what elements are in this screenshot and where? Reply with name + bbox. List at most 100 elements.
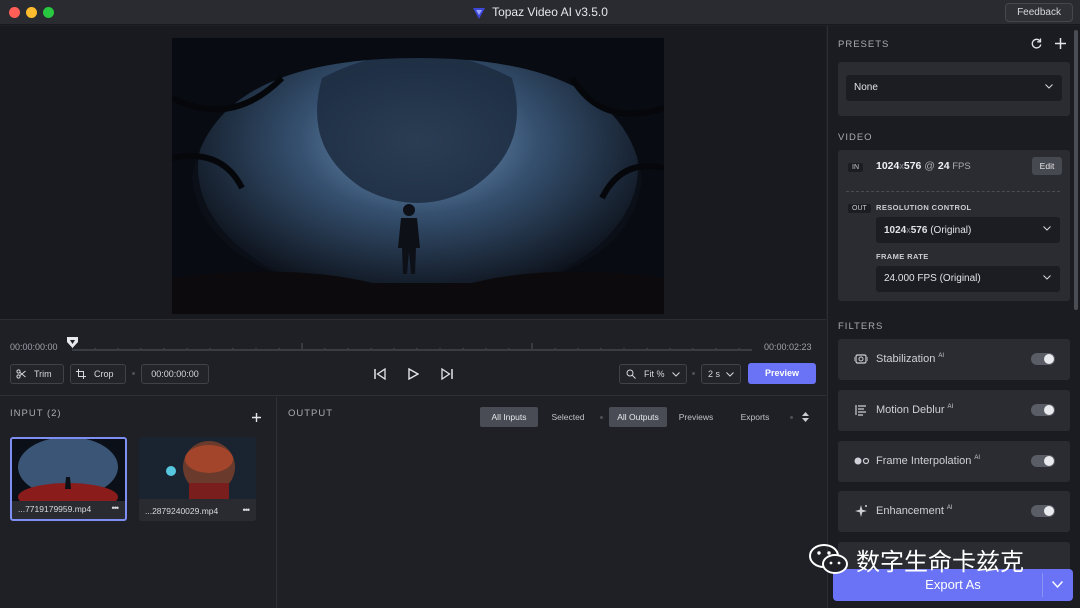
window-title: Topaz Video AI v3.5.0 (0, 5, 1080, 20)
presets-card: None (838, 62, 1070, 116)
sidebar-scrollbar[interactable] (1074, 30, 1078, 310)
add-input-icon[interactable] (252, 413, 261, 422)
timeline-track[interactable] (72, 349, 752, 351)
more-options-icon[interactable]: ••• (112, 503, 120, 513)
frame-interpolation-icon (854, 457, 870, 465)
preview-button[interactable]: Preview (748, 363, 816, 384)
crop-label: Crop (94, 369, 114, 379)
step-select[interactable]: 2 s (701, 364, 741, 384)
separator-dot (132, 372, 135, 375)
playhead-handle[interactable] (67, 337, 78, 348)
watermark-text: 数字生命卡兹克 (856, 548, 1024, 576)
input-pane: INPUT (2) ...7719179959.mp4 ••• ...28792… (0, 397, 277, 608)
input-thumbnail[interactable]: ...7719179959.mp4 ••• (10, 437, 127, 521)
motion-deblur-toggle[interactable] (1031, 404, 1055, 416)
input-filename: ...2879240029.mp4 (145, 506, 219, 516)
timeline-start-time: 00:00:00:00 (10, 342, 58, 352)
thumbnail-image (12, 439, 125, 511)
filter-enhancement[interactable]: Enhancement AI (838, 491, 1070, 532)
filter-selected[interactable]: Selected (540, 407, 596, 427)
frame-rate-label: FRAME RATE (876, 252, 929, 261)
filter-exports[interactable]: Exports (727, 407, 783, 427)
chevron-down-icon (726, 372, 734, 377)
enhancement-toggle[interactable] (1031, 505, 1055, 517)
feedback-button[interactable]: Feedback (1005, 3, 1073, 22)
chevron-down-icon (672, 372, 680, 377)
filter-label: Frame Interpolation AI (876, 455, 981, 467)
watermark: 数字生命卡兹克 (808, 540, 1058, 576)
add-preset-icon[interactable] (1055, 38, 1066, 49)
separator-dot (600, 416, 603, 419)
sort-icon[interactable] (802, 412, 809, 422)
title-bar: Topaz Video AI v3.5.0 Feedback (0, 0, 1080, 25)
filter-all-outputs[interactable]: All Outputs (609, 407, 667, 427)
preset-value: None (854, 82, 878, 93)
zoom-select[interactable]: Fit % (619, 364, 687, 384)
reset-icon[interactable] (1031, 38, 1042, 49)
resolution-value: 1024x576 (Original) (884, 225, 972, 236)
crop-icon (76, 369, 86, 379)
play-icon[interactable] (408, 368, 419, 380)
step-value: 2 s (708, 369, 721, 379)
separator-dot (790, 416, 793, 419)
export-label: Export As (925, 577, 981, 592)
separator-dot (692, 372, 695, 375)
filter-stabilization[interactable]: Stabilization AI (838, 339, 1070, 380)
timeline-end-time: 00:00:02:23 (764, 342, 812, 352)
frame-rate-value: 24.000 FPS (Original) (884, 273, 981, 284)
chevron-down-icon[interactable] (1052, 581, 1063, 588)
filter-label: Motion Deblur AI (876, 404, 954, 416)
trim-label: Trim (34, 369, 52, 379)
enhancement-icon (855, 505, 867, 517)
frame-interpolation-toggle[interactable] (1031, 455, 1055, 467)
chevron-down-icon (1045, 84, 1053, 89)
thumbnail-image (139, 437, 256, 499)
zoom-icon (626, 369, 636, 379)
output-title: OUTPUT (288, 408, 334, 419)
wechat-logo-icon (809, 544, 848, 574)
input-thumbnail[interactable]: ...2879240029.mp4 ••• (139, 437, 256, 521)
video-frame-image (172, 38, 664, 314)
filters-title: FILTERS (838, 321, 884, 332)
trim-button[interactable]: Trim (10, 364, 64, 384)
more-options-icon[interactable]: ••• (243, 505, 251, 515)
video-card: IN 1024x576 @ 24 FPS Edit OUT RESOLUTION… (838, 150, 1070, 301)
presets-title: PRESETS (838, 39, 890, 50)
current-time-field[interactable]: 00:00:00:00 (141, 364, 209, 384)
input-video-info: 1024x576 @ 24 FPS (876, 160, 971, 172)
filter-motion-deblur[interactable]: Motion Deblur AI (838, 390, 1070, 431)
resolution-select[interactable]: 1024x576 (Original) (876, 217, 1060, 243)
preset-select[interactable]: None (846, 75, 1062, 101)
input-filename: ...7719179959.mp4 (18, 504, 92, 514)
edit-input-button[interactable]: Edit (1032, 157, 1062, 175)
video-divider (846, 191, 1060, 192)
step-forward-icon[interactable] (441, 368, 453, 380)
chevron-down-icon (1043, 275, 1051, 280)
zoom-value: Fit % (644, 369, 665, 379)
settings-sidebar: PRESETS None VIDEO IN 1024x576 @ 24 FPS … (827, 26, 1080, 608)
in-tag: IN (848, 163, 863, 172)
filter-label: Enhancement AI (876, 505, 953, 517)
out-tag: OUT (848, 204, 871, 213)
filter-frame-interpolation[interactable]: Frame Interpolation AI (838, 441, 1070, 482)
export-divider (1042, 573, 1043, 597)
chevron-down-icon (1043, 226, 1051, 231)
resolution-control-label: RESOLUTION CONTROL (876, 203, 972, 212)
filter-all-inputs[interactable]: All Inputs (480, 407, 538, 427)
output-pane: OUTPUT All Inputs Selected All Outputs P… (278, 397, 826, 608)
stabilization-icon (854, 354, 868, 364)
step-back-icon[interactable] (374, 368, 386, 380)
motion-deblur-icon (855, 405, 866, 416)
timeline-panel: 00:00:00:00 00:00:02:23 Trim Crop 00:00:… (0, 321, 826, 396)
video-frame[interactable] (172, 38, 664, 314)
topaz-logo-icon (473, 7, 486, 19)
filter-previews[interactable]: Previews (669, 407, 723, 427)
video-title: VIDEO (838, 132, 873, 143)
filter-label: Stabilization AI (876, 353, 944, 365)
frame-rate-select[interactable]: 24.000 FPS (Original) (876, 266, 1060, 292)
video-viewer[interactable] (0, 26, 826, 320)
scissors-icon (16, 369, 26, 379)
crop-button[interactable]: Crop (70, 364, 126, 384)
stabilization-toggle[interactable] (1031, 353, 1055, 365)
input-title: INPUT (2) (10, 408, 62, 419)
